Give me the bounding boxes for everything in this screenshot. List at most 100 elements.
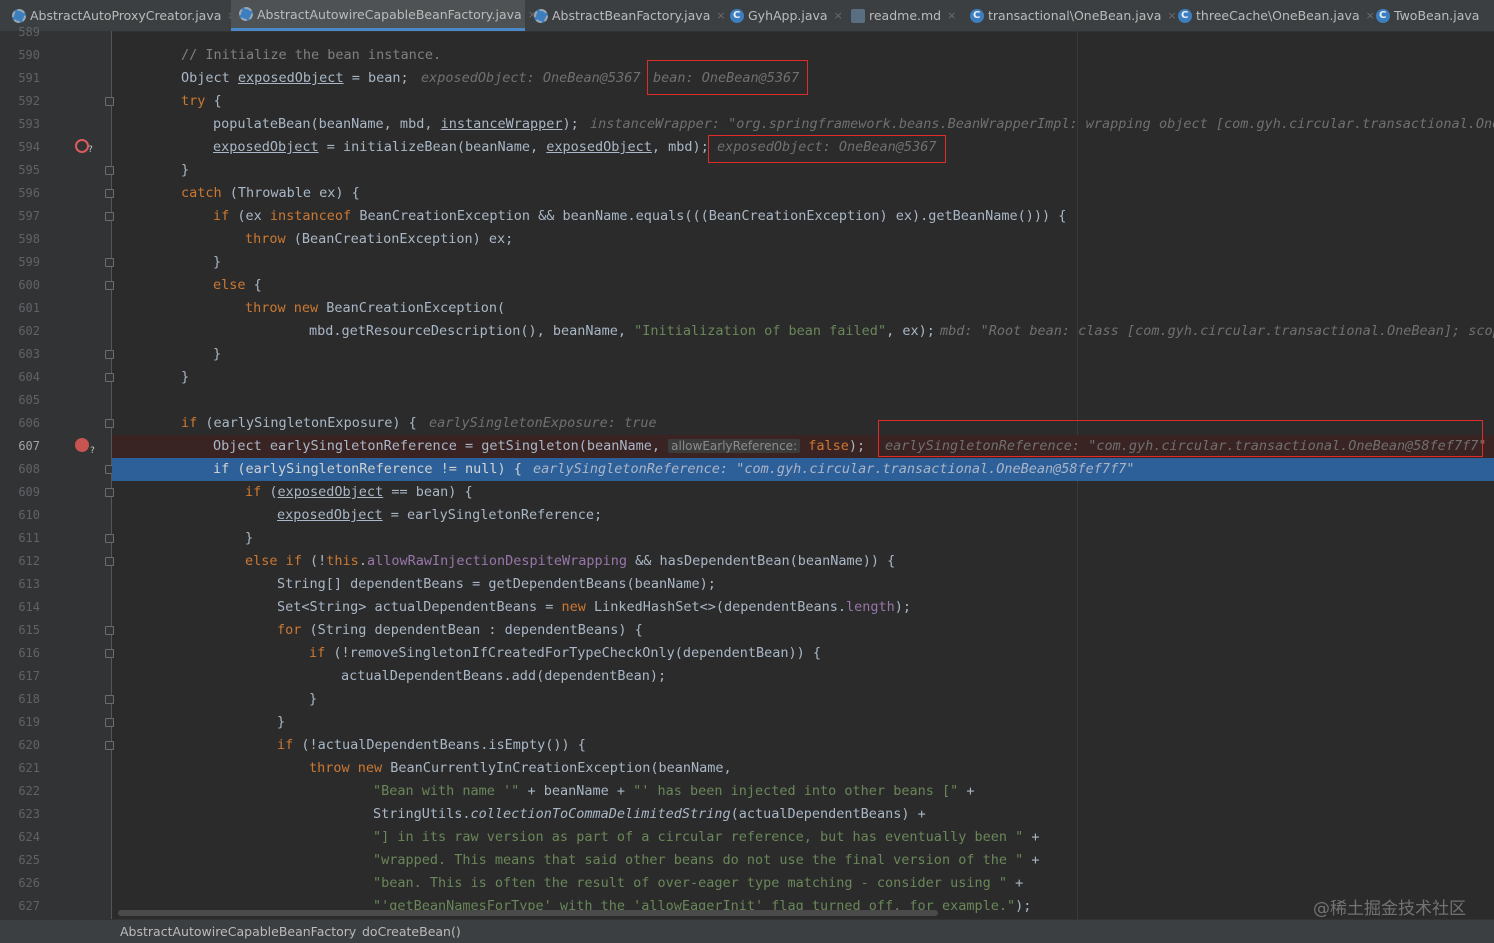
tab-three-cache-one-bean[interactable]: threeCache\OneBean.java × — [1170, 0, 1375, 31]
breakpoint-check-mark: ? — [87, 145, 93, 155]
breadcrumb: AbstractAutowireCapableBeanFactory › doC… — [0, 919, 1494, 943]
line-number: 591 — [18, 71, 40, 85]
code-token: BeanCreationException( — [318, 300, 506, 316]
code-line: if (!removeSingletonIfCreatedForTypeChec… — [112, 642, 1494, 665]
code-token: exposedObject — [213, 139, 319, 155]
execution-point-line: if (earlySingletonReference != null) { e… — [112, 458, 1494, 481]
code-line: actualDependentBeans.add(dependentBean); — [112, 665, 1494, 688]
code-line: if (ex instanceof BeanCreationException … — [112, 205, 1494, 228]
code-token: + — [958, 783, 975, 799]
annotation-highlight-box — [708, 135, 946, 163]
code-line: exposedObject = earlySingletonReference; — [112, 504, 1494, 527]
line-number: 625 — [18, 853, 40, 867]
line-number: 622 — [18, 784, 40, 798]
code-line: Set<String> actualDependentBeans = new L… — [112, 596, 1494, 619]
tab-transactional-one-bean[interactable]: transactional\OneBean.java × — [962, 0, 1177, 31]
code-line: throw (BeanCreationException) ex; — [112, 228, 1494, 251]
code-token: , mbd); — [651, 139, 709, 155]
code-token: BeanCurrentlyInCreationException(beanNam… — [382, 760, 732, 776]
code-token: = earlySingletonReference; — [382, 507, 603, 523]
breadcrumb-separator: › — [348, 924, 353, 939]
code-token: (Throwable ex) { — [221, 185, 360, 201]
code-line: "wrapped. This means that said other bea… — [112, 849, 1494, 872]
breadcrumb-method[interactable]: doCreateBean() — [362, 920, 461, 943]
keyword-token: false — [800, 438, 849, 454]
line-number: 607 — [18, 439, 40, 453]
tab-label: transactional\OneBean.java — [988, 8, 1162, 23]
close-icon[interactable]: × — [947, 9, 956, 22]
code-token: (String dependentBean : dependentBeans) … — [301, 622, 643, 638]
code-token: { — [245, 277, 262, 293]
debug-inline-value: exposedObject: OneBean@5367 — [421, 70, 641, 86]
code-token: } — [181, 162, 190, 178]
tab-label: readme.md — [869, 8, 942, 23]
code-token: } — [213, 346, 222, 362]
line-number: 616 — [18, 646, 40, 660]
code-line: "bean. This is often the result of over-… — [112, 872, 1494, 895]
code-line: else { — [112, 274, 1494, 297]
tab-two-bean[interactable]: TwoBean.java — [1368, 0, 1494, 31]
code-token: StringUtils. — [373, 806, 471, 822]
keyword-token: instanceof — [269, 208, 352, 224]
code-token: && hasDependentBean(beanName)) { — [627, 553, 896, 569]
tab-abstract-autowire-capable-bean-factory[interactable]: AbstractAutowireCapableBeanFactory.java … — [231, 0, 537, 31]
keyword-token: if — [245, 484, 262, 500]
code-line: if (exposedObject == bean) { — [112, 481, 1494, 504]
code-token: populateBean(beanName, mbd, — [213, 116, 441, 132]
code-token: } — [309, 691, 318, 707]
keyword-token: for — [277, 622, 302, 638]
ide-window: AbstractAutoProxyCreator.java × Abstract… — [0, 0, 1494, 943]
keyword-token: else if — [245, 553, 302, 569]
line-number: 600 — [18, 278, 40, 292]
keyword-token: throw — [245, 300, 286, 316]
horizontal-scrollbar[interactable] — [118, 910, 938, 916]
code-token: + — [1023, 829, 1040, 845]
editor-gutter[interactable]: 589 590 591 592 593 594 595 596 597 598 … — [0, 25, 114, 919]
debug-inline-value: earlySingletonExposure: true — [429, 415, 657, 431]
code-token: = initializeBean(beanName, — [318, 139, 547, 155]
tab-gyh-app[interactable]: GyhApp.java × — [722, 0, 843, 31]
code-token: . — [358, 553, 367, 569]
keyword-token: new — [561, 599, 586, 615]
line-number: 596 — [18, 186, 40, 200]
tab-readme[interactable]: readme.md × — [843, 0, 963, 31]
code-line: } — [112, 711, 1494, 734]
code-token: exposedObject — [546, 139, 652, 155]
keyword-token: null — [464, 461, 498, 477]
debug-inline-value: instanceWrapper: "org.springframework.be… — [590, 116, 1494, 132]
code-line: "Bean with name '" + beanName + "' has b… — [112, 780, 1494, 803]
spring-class-icon — [730, 8, 744, 23]
breakpoint-icon[interactable]: ? — [75, 139, 93, 155]
code-line: throw new BeanCurrentlyInCreationExcepti… — [112, 757, 1494, 780]
breakpoint-icon[interactable]: ? — [75, 438, 95, 456]
breadcrumb-class[interactable]: AbstractAutowireCapableBeanFactory — [120, 920, 356, 943]
code-token: (ex — [229, 208, 270, 224]
line-number: 603 — [18, 347, 40, 361]
code-line: catch (Throwable ex) { — [112, 182, 1494, 205]
code-line: String[] dependentBeans = getDependentBe… — [112, 573, 1494, 596]
line-number: 606 — [18, 416, 40, 430]
close-icon[interactable]: × — [834, 9, 843, 22]
code-token: String[] dependentBeans = getDependentBe… — [277, 576, 716, 592]
line-number: 594 — [18, 140, 40, 154]
line-number: 619 — [18, 715, 40, 729]
line-number: 598 — [18, 232, 40, 246]
keyword-token: else — [213, 277, 246, 293]
tab-label: threeCache\OneBean.java — [1196, 8, 1360, 23]
code-token: exposedObject — [237, 70, 344, 86]
debug-inline-value: earlySingletonReference: "com.gyh.circul… — [533, 461, 1135, 477]
line-number: 604 — [18, 370, 40, 384]
editor-tab-bar: AbstractAutoProxyCreator.java × Abstract… — [0, 0, 1494, 32]
class-icon — [1376, 8, 1390, 23]
string-token: "' has been injected into other beans [" — [633, 783, 959, 799]
line-number: 621 — [18, 761, 40, 775]
keyword-token: if — [277, 737, 294, 753]
line-number: 602 — [18, 324, 40, 338]
code-token: + beanName + — [519, 783, 634, 799]
class-icon — [1178, 8, 1192, 23]
code-token: } — [181, 369, 190, 385]
line-number: 626 — [18, 876, 40, 890]
code-editor[interactable]: // Initialize the bean instance. Object … — [112, 31, 1494, 919]
tab-abstract-bean-factory[interactable]: AbstractBeanFactory.java × — [526, 0, 726, 31]
code-token: ( — [261, 484, 278, 500]
